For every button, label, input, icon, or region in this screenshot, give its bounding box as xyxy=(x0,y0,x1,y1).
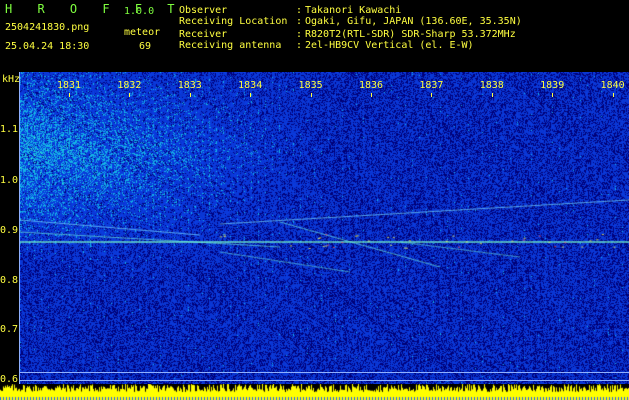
info-value-observer: Takanori Kawachi xyxy=(305,5,402,16)
filename-label: 2504241830.png xyxy=(5,22,90,33)
meteor-count: 69 xyxy=(139,41,152,52)
x-tick-label: 1831 xyxy=(56,80,82,91)
info-sep: : xyxy=(296,40,303,51)
x-tick-mark xyxy=(189,93,191,97)
info-value-antenna: 2el-HB9CV Vertical (el. E-W) xyxy=(305,40,474,51)
y-tick-label: 0.8 xyxy=(0,275,19,286)
x-tick-label: 1832 xyxy=(117,80,142,91)
app-version: 1.0.0 xyxy=(124,6,155,17)
x-tick-mark xyxy=(250,93,252,97)
x-tick-mark xyxy=(552,93,554,97)
info-sep: : xyxy=(296,29,303,40)
x-tick-mark xyxy=(69,93,70,97)
x-tick-label: 1839 xyxy=(540,80,565,91)
y-tick-label: 0.7 xyxy=(0,324,19,335)
datetime-label: 25.04.24 18:30 xyxy=(5,41,90,52)
info-sep: : xyxy=(296,5,303,16)
y-axis-unit: kHz xyxy=(2,74,21,85)
y-tick-label: 0.9 xyxy=(0,225,19,236)
signal-level-bar xyxy=(0,384,629,400)
app-title: H R O F F T xyxy=(5,2,184,16)
guide-line xyxy=(20,380,629,381)
x-tick-label: 1833 xyxy=(177,80,202,91)
x-tick-mark xyxy=(310,93,312,97)
guide-line xyxy=(20,372,629,373)
info-key-receiver: Receiver xyxy=(179,29,228,40)
x-tick-label: 1835 xyxy=(298,80,323,91)
spectrogram-canvas xyxy=(20,72,629,384)
x-tick-mark xyxy=(129,93,131,97)
x-tick-label: 1836 xyxy=(358,80,384,91)
x-tick-label: 1837 xyxy=(419,80,444,91)
info-key-antenna: Receiving antenna xyxy=(179,40,282,51)
x-tick-mark xyxy=(371,93,372,97)
info-key-observer: Observer xyxy=(179,5,228,16)
info-value-location: Ogaki, Gifu, JAPAN (136.60E, 35.35N) xyxy=(305,16,522,27)
x-tick-label: 1840 xyxy=(600,80,625,91)
x-tick-mark xyxy=(431,93,433,97)
x-tick-mark xyxy=(491,93,493,97)
x-tick-label: 1834 xyxy=(238,80,263,91)
y-tick-label: 1.0 xyxy=(0,175,19,186)
info-sep: : xyxy=(296,16,303,27)
y-tick-label: 1.1 xyxy=(0,124,19,135)
meteor-label: meteor xyxy=(124,27,161,38)
axis-left-line xyxy=(19,72,20,384)
info-value-receiver: R820T2(RTL-SDR) SDR-Sharp 53.372MHz xyxy=(305,29,516,40)
x-tick-mark xyxy=(612,93,614,97)
info-key-location: Receiving Location xyxy=(179,16,288,27)
x-tick-label: 1838 xyxy=(479,80,504,91)
